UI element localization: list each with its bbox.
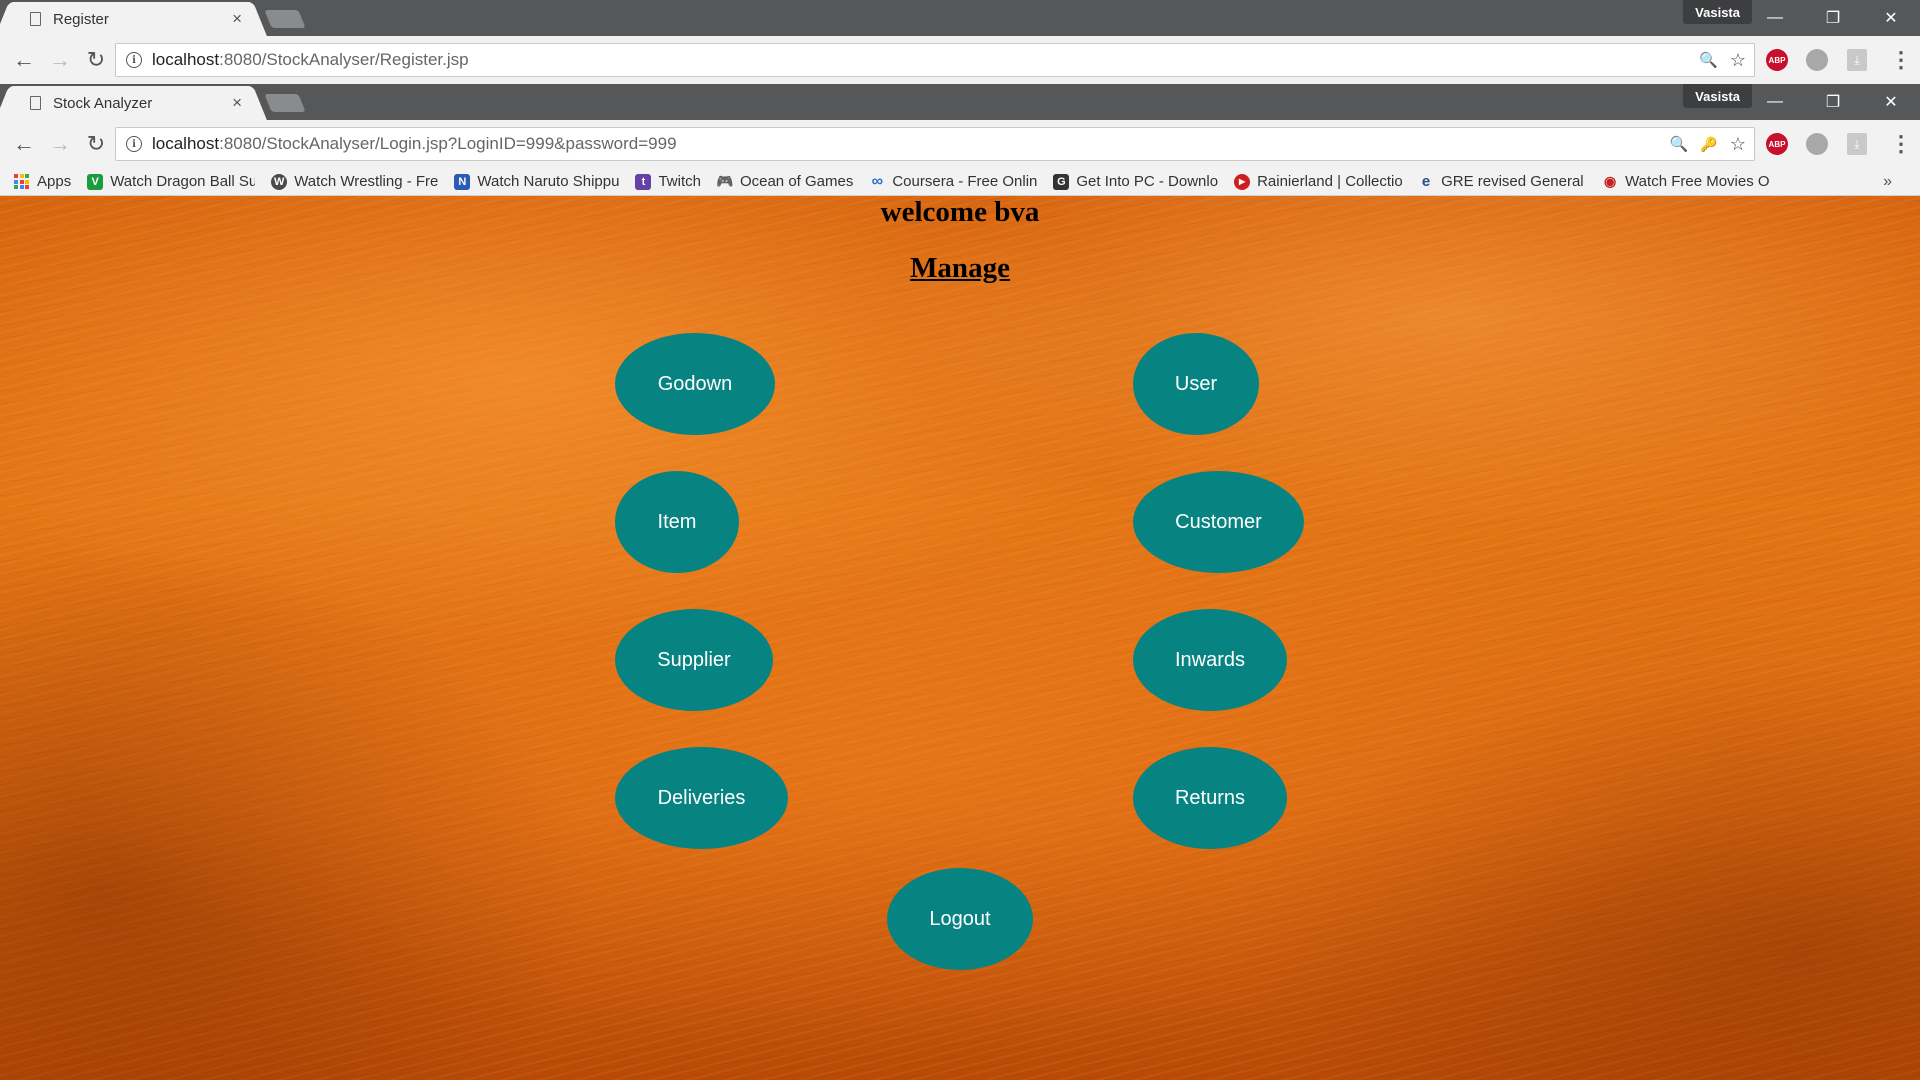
restore-icon[interactable]: ❐ [1804, 0, 1862, 36]
reload-icon[interactable]: ↻ [78, 42, 114, 78]
supplier-button[interactable]: Supplier [615, 609, 773, 711]
minimize-icon[interactable]: — [1746, 84, 1804, 120]
returns-button[interactable]: Returns [1133, 747, 1287, 849]
menu-icon[interactable]: ⋮ [1890, 120, 1912, 168]
bookmark-ocean-of-games[interactable]: 🎮 Ocean of Games [716, 173, 853, 190]
user-button[interactable]: User [1133, 333, 1259, 435]
url-host: localhost [152, 50, 220, 69]
adblock-icon[interactable]: ABP [1766, 36, 1788, 84]
bookmark-coursera[interactable]: ∞ Coursera - Free Onlin [869, 172, 1038, 191]
page-icon [30, 96, 41, 110]
extension-icon[interactable] [1806, 36, 1828, 84]
ets-icon: e [1421, 173, 1431, 190]
apps-grid-icon [14, 174, 29, 189]
tab-strip: Stock Analyzer × Vasista — ❐ ✕ [0, 84, 1920, 120]
tab-stock-analyzer[interactable]: Stock Analyzer × [8, 86, 254, 120]
zoom-icon[interactable]: 🔍 [1670, 135, 1689, 153]
reload-icon[interactable]: ↻ [78, 126, 114, 162]
info-icon[interactable]: i [126, 52, 142, 68]
coursera-icon: ∞ [871, 172, 884, 190]
profile-name[interactable]: Vasista [1683, 0, 1752, 24]
back-icon[interactable]: ← [6, 126, 42, 162]
window-controls: — ❐ ✕ [1746, 0, 1920, 36]
url-host: localhost [152, 134, 220, 153]
window-close-icon[interactable]: ✕ [1862, 84, 1920, 120]
manage-heading-text: Manage [910, 252, 1010, 284]
window-controls: — ❐ ✕ [1746, 84, 1920, 120]
customer-button[interactable]: Customer [1133, 471, 1304, 573]
page-icon [30, 12, 41, 26]
url-path: :8080/StockAnalyser/Login.jsp?LoginID=99… [219, 134, 677, 153]
key-icon[interactable]: 🔑 [1700, 136, 1717, 153]
tab-register[interactable]: Register × [8, 2, 254, 36]
close-tab-icon[interactable]: × [232, 9, 242, 29]
page-content: welcome bva Manage Godown User Item Cust… [0, 196, 1920, 1080]
tab-title: Register [53, 10, 109, 28]
get-into-pc-icon: G [1053, 173, 1070, 190]
bookmark-twitch[interactable]: t Twitch [635, 173, 701, 190]
item-button[interactable]: Item [615, 471, 739, 573]
menu-icon[interactable]: ⋮ [1890, 36, 1912, 84]
minimize-icon[interactable]: — [1746, 0, 1804, 36]
bookmark-dragon-ball[interactable]: V Watch Dragon Ball Su [87, 173, 255, 190]
info-icon[interactable]: i [126, 136, 142, 152]
gamepad-icon: 🎮 [716, 173, 734, 189]
toolbar: ← → ↻ i localhost:8080/StockAnalyser/Reg… [0, 36, 1920, 84]
zoom-icon[interactable]: 🔍 [1699, 51, 1718, 69]
bookmark-free-movies[interactable]: ◉ Watch Free Movies O [1602, 173, 1770, 190]
godown-button[interactable]: Godown [615, 333, 775, 435]
dragon-ball-site-icon: V [87, 173, 104, 190]
address-bar[interactable]: i localhost:8080/StockAnalyser/Register.… [115, 43, 1755, 77]
bookmark-naruto[interactable]: N Watch Naruto Shippu [454, 173, 619, 190]
bookmark-star-icon[interactable]: ☆ [1730, 50, 1746, 71]
deliveries-button[interactable]: Deliveries [615, 747, 788, 849]
twitch-icon: t [635, 173, 652, 190]
new-tab-button[interactable] [264, 10, 306, 28]
browser-window-register: Register × Vasista — ❐ ✕ ← → ↻ i localho… [0, 0, 1920, 84]
bookmarks-bar: Apps V Watch Dragon Ball Su W Watch Wres… [0, 168, 1920, 196]
movie-site-icon: ◉ [1603, 173, 1617, 189]
more-bookmarks-icon[interactable]: » [1883, 173, 1892, 191]
bookmark-gre[interactable]: e GRE revised General T [1418, 173, 1586, 190]
bookmark-wrestling[interactable]: W Watch Wrestling - Fre [271, 173, 438, 190]
bookmark-apps[interactable]: Apps [14, 173, 71, 190]
adblock-icon[interactable]: ABP [1766, 120, 1788, 168]
pdf-extension-icon[interactable]: ⤓ [1847, 36, 1867, 84]
tab-title: Stock Analyzer [53, 94, 153, 112]
toolbar: ← → ↻ i localhost:8080/StockAnalyser/Log… [0, 120, 1920, 168]
inwards-button[interactable]: Inwards [1133, 609, 1287, 711]
back-icon[interactable]: ← [6, 42, 42, 78]
new-tab-button[interactable] [264, 94, 306, 112]
restore-icon[interactable]: ❐ [1804, 84, 1862, 120]
browser-window-stock-analyzer: Stock Analyzer × Vasista — ❐ ✕ ← → ↻ i l… [0, 84, 1920, 196]
manage-heading: Manage [0, 252, 1920, 285]
address-bar[interactable]: i localhost:8080/StockAnalyser/Login.jsp… [115, 127, 1755, 161]
welcome-heading: welcome bva [880, 196, 1040, 228]
bookmark-get-into-pc[interactable]: G Get Into PC - Downlo [1053, 173, 1218, 190]
profile-name[interactable]: Vasista [1683, 84, 1752, 108]
bookmark-star-icon[interactable]: ☆ [1730, 134, 1746, 155]
naruto-site-icon: N [454, 173, 471, 190]
pdf-extension-icon[interactable]: ⤓ [1847, 120, 1867, 168]
forward-icon[interactable]: → [42, 42, 78, 78]
logout-button[interactable]: Logout [887, 868, 1033, 970]
bookmark-rainierland[interactable]: ▶ Rainierland | Collectio [1234, 173, 1402, 190]
url-path: :8080/StockAnalyser/Register.jsp [219, 50, 469, 69]
close-tab-icon[interactable]: × [232, 93, 242, 113]
forward-icon[interactable]: → [42, 126, 78, 162]
wordpress-icon: W [271, 173, 288, 190]
window-close-icon[interactable]: ✕ [1862, 0, 1920, 36]
extension-icon[interactable] [1806, 120, 1828, 168]
tab-strip: Register × Vasista — ❐ ✕ [0, 0, 1920, 36]
play-circle-icon: ▶ [1234, 173, 1251, 190]
